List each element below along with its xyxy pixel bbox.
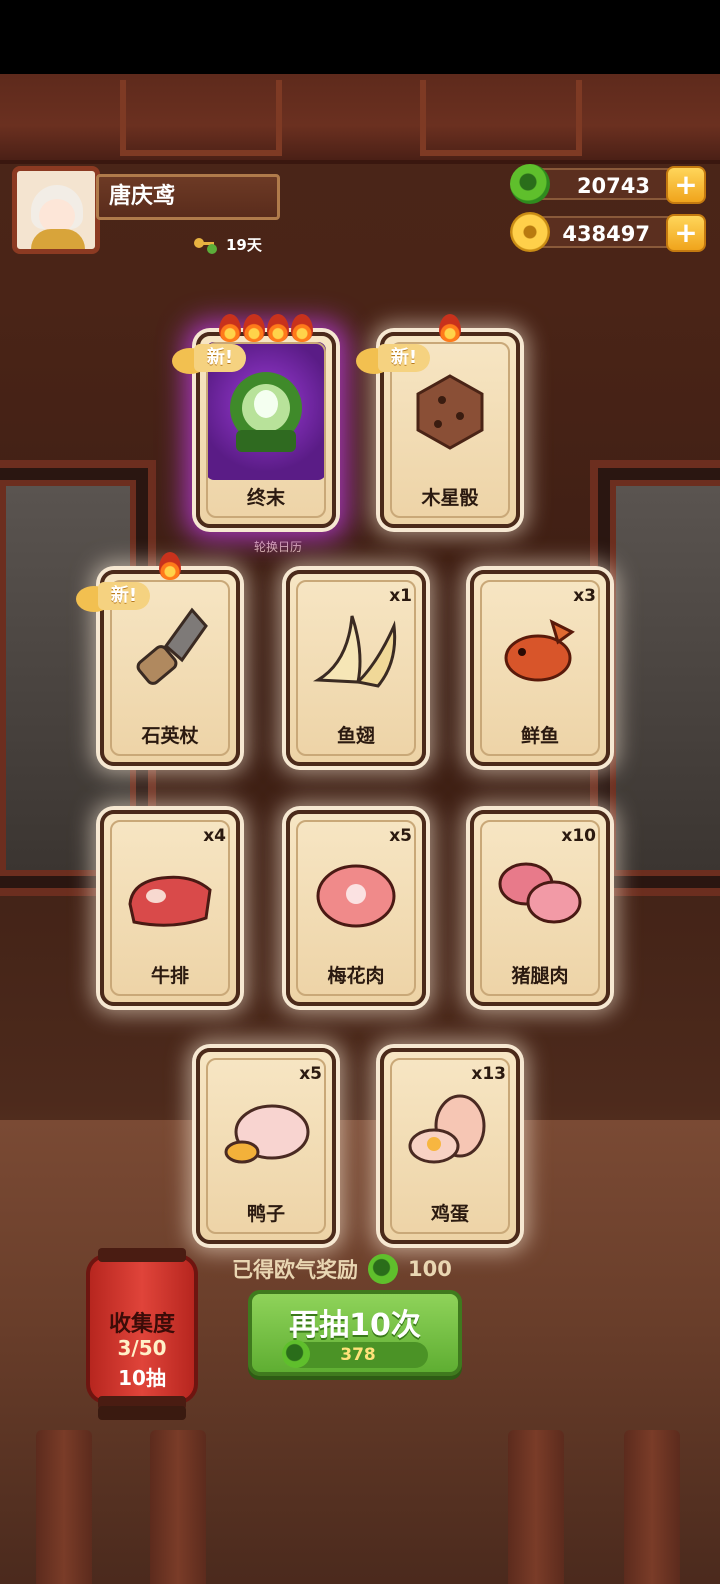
player-name: 唐庆鸢: [96, 174, 280, 220]
card-name: 鸡蛋: [430, 1203, 469, 1225]
result-card[interactable]: x3 鲜鱼: [470, 570, 610, 766]
login-days-text: 19天: [226, 236, 262, 254]
draw-again-button[interactable]: 再抽10次 378: [248, 1290, 462, 1376]
jade-icon: [282, 1340, 310, 1368]
luck-reward: 已得欧气奖励 100: [232, 1254, 452, 1284]
coin-icon: [510, 212, 550, 252]
quartz-staff-icon: [136, 607, 208, 685]
jade-currency: 20743 +: [510, 164, 706, 204]
card-name: 鸭子: [246, 1203, 285, 1225]
login-days: 19天: [192, 234, 262, 255]
railing-post: [36, 1430, 92, 1584]
result-card[interactable]: x4 牛排: [100, 810, 240, 1006]
result-card[interactable]: x5 鸭子: [196, 1048, 336, 1244]
shark-fin-icon: [313, 615, 397, 688]
jade-cauldron-icon: [230, 372, 302, 452]
add-coins-button[interactable]: +: [666, 214, 706, 252]
card-name: 梅花肉: [327, 965, 385, 987]
card-name: 终末: [246, 487, 285, 509]
gacha-results-screen: 唐庆鸢 19天 20743 + 438497 + 轮换日历 新! 终末 新! 木…: [0, 0, 720, 1584]
draw-again-label: 再抽10次: [289, 1308, 421, 1343]
card-name: 鱼翅: [336, 725, 375, 747]
collection-draws: 10抽: [118, 1366, 166, 1390]
duck-icon: [224, 1104, 310, 1164]
jade-icon: [510, 164, 550, 204]
result-card[interactable]: 新! 石英杖: [76, 552, 240, 766]
rarity-flames: [104, 552, 236, 580]
pork-leg-icon: [498, 862, 582, 924]
add-jade-button[interactable]: +: [666, 166, 706, 204]
roof-beam: [0, 74, 720, 164]
jade-icon: [368, 1254, 398, 1284]
steak-icon: [128, 875, 212, 927]
luck-reward-amount: 100: [408, 1257, 452, 1281]
rarity-flames: [384, 314, 516, 342]
roof-truss: [420, 80, 582, 156]
roof-truss: [120, 80, 282, 156]
railing-post: [624, 1430, 680, 1584]
card-name: 石英杖: [141, 725, 199, 747]
collection-lantern[interactable]: 收集度 3/50 10抽: [86, 1248, 198, 1420]
result-card[interactable]: x5 梅花肉: [286, 810, 426, 1006]
pork-neck-icon: [316, 864, 396, 928]
egg-icon: [408, 1094, 486, 1164]
rotation-calendar-label: 轮换日历: [254, 540, 303, 554]
collection-title: 收集度: [108, 1312, 175, 1337]
status-bar: [0, 0, 720, 74]
card-name: 牛排: [150, 965, 189, 987]
luck-reward-label: 已得欧气奖励: [232, 1258, 358, 1282]
result-card[interactable]: x10 猪腿肉: [470, 810, 610, 1006]
result-card[interactable]: 新! 木星骰: [356, 314, 520, 528]
result-card[interactable]: x1 鱼翅: [286, 570, 426, 766]
card-name: 木星骰: [421, 487, 479, 509]
rarity-flames: [200, 314, 332, 342]
railing-post: [508, 1430, 564, 1584]
key-icon: [194, 237, 217, 254]
result-card[interactable]: 新! 终末: [172, 314, 336, 528]
dice-icon: [416, 374, 484, 450]
fresh-fish-icon: [504, 619, 575, 682]
card-name: 猪腿肉: [511, 965, 569, 987]
result-card[interactable]: x13 鸡蛋: [380, 1048, 520, 1244]
railing-post: [150, 1430, 206, 1584]
collection-progress: 3/50: [117, 1336, 167, 1360]
card-name: 鲜鱼: [520, 725, 559, 747]
player-avatar[interactable]: [12, 166, 100, 254]
coin-currency: 438497 +: [510, 212, 706, 252]
